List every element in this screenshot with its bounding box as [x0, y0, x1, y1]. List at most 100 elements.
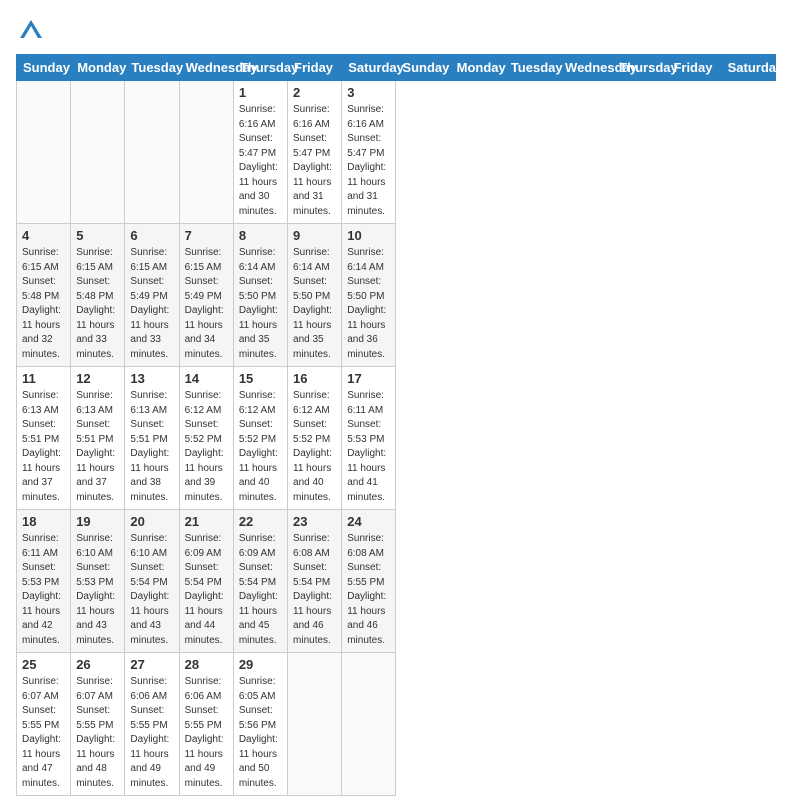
day-number: 14 — [185, 371, 228, 386]
day-info: Sunrise: 6:10 AM Sunset: 5:53 PM Dayligh… — [76, 532, 119, 648]
calendar-header-row: SundayMondayTuesdayWednesdayThursdayFrid… — [17, 55, 776, 81]
day-number: 17 — [347, 371, 390, 386]
col-header-friday: Friday — [288, 55, 342, 81]
day-number: 20 — [130, 514, 173, 529]
day-number: 22 — [239, 514, 282, 529]
day-info: Sunrise: 6:08 AM Sunset: 5:54 PM Dayligh… — [293, 532, 336, 648]
calendar-cell: 13 Sunrise: 6:13 AM Sunset: 5:51 PM Dayli… — [125, 367, 179, 510]
day-number: 1 — [239, 85, 282, 100]
day-info: Sunrise: 6:08 AM Sunset: 5:55 PM Dayligh… — [347, 532, 390, 648]
calendar-cell: 8 Sunrise: 6:14 AM Sunset: 5:50 PM Daylig… — [233, 224, 287, 367]
calendar-cell: 15 Sunrise: 6:12 AM Sunset: 5:52 PM Dayli… — [233, 367, 287, 510]
day-info: Sunrise: 6:16 AM Sunset: 5:47 PM Dayligh… — [239, 103, 282, 219]
calendar-cell: 14 Sunrise: 6:12 AM Sunset: 5:52 PM Dayli… — [179, 367, 233, 510]
col-header-wednesday: Wednesday — [179, 55, 233, 81]
day-info: Sunrise: 6:12 AM Sunset: 5:52 PM Dayligh… — [293, 389, 336, 505]
day-info: Sunrise: 6:15 AM Sunset: 5:48 PM Dayligh… — [76, 246, 119, 362]
day-info: Sunrise: 6:16 AM Sunset: 5:47 PM Dayligh… — [347, 103, 390, 219]
day-number: 29 — [239, 657, 282, 672]
day-number: 16 — [293, 371, 336, 386]
calendar-table: SundayMondayTuesdayWednesdayThursdayFrid… — [16, 54, 776, 796]
calendar-cell: 11 Sunrise: 6:13 AM Sunset: 5:51 PM Dayli… — [17, 367, 71, 510]
col-header-tuesday: Tuesday — [504, 55, 558, 81]
calendar-week-1: 1 Sunrise: 6:16 AM Sunset: 5:47 PM Daylig… — [17, 81, 776, 224]
calendar-cell: 24Sunrise: 6:08 AM Sunset: 5:55 PM Dayli… — [342, 510, 396, 653]
day-number: 28 — [185, 657, 228, 672]
calendar-cell — [71, 81, 125, 224]
calendar-cell: 7Sunrise: 6:15 AM Sunset: 5:49 PM Daylig… — [179, 224, 233, 367]
calendar-cell: 18Sunrise: 6:11 AM Sunset: 5:53 PM Dayli… — [17, 510, 71, 653]
calendar-week-2: 4 Sunrise: 6:15 AM Sunset: 5:48 PM Daylig… — [17, 224, 776, 367]
day-info: Sunrise: 6:15 AM Sunset: 5:48 PM Dayligh… — [22, 246, 65, 362]
day-info: Sunrise: 6:13 AM Sunset: 5:51 PM Dayligh… — [130, 389, 173, 505]
day-number: 15 — [239, 371, 282, 386]
day-info: Sunrise: 6:12 AM Sunset: 5:52 PM Dayligh… — [185, 389, 228, 505]
day-number: 9 — [293, 228, 336, 243]
day-info: Sunrise: 6:05 AM Sunset: 5:56 PM Dayligh… — [239, 675, 282, 791]
calendar-cell: 17 Sunrise: 6:11 AM Sunset: 5:53 PM Dayli… — [342, 367, 396, 510]
day-number: 21 — [185, 514, 228, 529]
calendar-cell — [342, 653, 396, 796]
calendar-cell: 21 Sunrise: 6:09 AM Sunset: 5:54 PM Dayli… — [179, 510, 233, 653]
day-info: Sunrise: 6:09 AM Sunset: 5:54 PM Dayligh… — [185, 532, 228, 648]
logo — [16, 16, 50, 46]
day-number: 11 — [22, 371, 65, 386]
day-info: Sunrise: 6:12 AM Sunset: 5:52 PM Dayligh… — [239, 389, 282, 505]
calendar-cell — [179, 81, 233, 224]
day-info: Sunrise: 6:14 AM Sunset: 5:50 PM Dayligh… — [293, 246, 336, 362]
calendar-cell: 26Sunrise: 6:07 AM Sunset: 5:55 PM Dayli… — [71, 653, 125, 796]
day-number: 5 — [76, 228, 119, 243]
day-info: Sunrise: 6:14 AM Sunset: 5:50 PM Dayligh… — [347, 246, 390, 362]
day-info: Sunrise: 6:15 AM Sunset: 5:49 PM Dayligh… — [185, 246, 228, 362]
col-header-friday: Friday — [667, 55, 721, 81]
day-number: 10 — [347, 228, 390, 243]
day-info: Sunrise: 6:11 AM Sunset: 5:53 PM Dayligh… — [22, 532, 65, 648]
day-info: Sunrise: 6:16 AM Sunset: 5:47 PM Dayligh… — [293, 103, 336, 219]
col-header-thursday: Thursday — [613, 55, 667, 81]
calendar-cell — [17, 81, 71, 224]
day-number: 27 — [130, 657, 173, 672]
calendar-cell: 2 Sunrise: 6:16 AM Sunset: 5:47 PM Daylig… — [288, 81, 342, 224]
day-info: Sunrise: 6:14 AM Sunset: 5:50 PM Dayligh… — [239, 246, 282, 362]
calendar-week-4: 18Sunrise: 6:11 AM Sunset: 5:53 PM Dayli… — [17, 510, 776, 653]
day-info: Sunrise: 6:07 AM Sunset: 5:55 PM Dayligh… — [22, 675, 65, 791]
day-number: 13 — [130, 371, 173, 386]
day-info: Sunrise: 6:13 AM Sunset: 5:51 PM Dayligh… — [76, 389, 119, 505]
day-number: 23 — [293, 514, 336, 529]
day-info: Sunrise: 6:06 AM Sunset: 5:55 PM Dayligh… — [185, 675, 228, 791]
calendar-cell: 25 Sunrise: 6:07 AM Sunset: 5:55 PM Dayli… — [17, 653, 71, 796]
day-number: 8 — [239, 228, 282, 243]
col-header-monday: Monday — [71, 55, 125, 81]
calendar-cell: 12 Sunrise: 6:13 AM Sunset: 5:51 PM Dayli… — [71, 367, 125, 510]
day-number: 4 — [22, 228, 65, 243]
day-number: 3 — [347, 85, 390, 100]
col-header-tuesday: Tuesday — [125, 55, 179, 81]
day-number: 19 — [76, 514, 119, 529]
col-header-saturday: Saturday — [342, 55, 396, 81]
calendar-week-3: 11 Sunrise: 6:13 AM Sunset: 5:51 PM Dayli… — [17, 367, 776, 510]
col-header-thursday: Thursday — [233, 55, 287, 81]
calendar-cell: 3 Sunrise: 6:16 AM Sunset: 5:47 PM Daylig… — [342, 81, 396, 224]
calendar-cell: 6Sunrise: 6:15 AM Sunset: 5:49 PM Daylig… — [125, 224, 179, 367]
day-number: 25 — [22, 657, 65, 672]
calendar-cell: 29 Sunrise: 6:05 AM Sunset: 5:56 PM Dayli… — [233, 653, 287, 796]
calendar-cell: 16 Sunrise: 6:12 AM Sunset: 5:52 PM Dayli… — [288, 367, 342, 510]
calendar-cell: 5 Sunrise: 6:15 AM Sunset: 5:48 PM Daylig… — [71, 224, 125, 367]
day-number: 2 — [293, 85, 336, 100]
calendar-cell: 4 Sunrise: 6:15 AM Sunset: 5:48 PM Daylig… — [17, 224, 71, 367]
day-info: Sunrise: 6:13 AM Sunset: 5:51 PM Dayligh… — [22, 389, 65, 505]
day-info: Sunrise: 6:15 AM Sunset: 5:49 PM Dayligh… — [130, 246, 173, 362]
calendar-cell: 23 Sunrise: 6:08 AM Sunset: 5:54 PM Dayli… — [288, 510, 342, 653]
calendar-cell — [125, 81, 179, 224]
calendar-week-5: 25 Sunrise: 6:07 AM Sunset: 5:55 PM Dayli… — [17, 653, 776, 796]
col-header-saturday: Saturday — [721, 55, 775, 81]
calendar-cell: 28 Sunrise: 6:06 AM Sunset: 5:55 PM Dayli… — [179, 653, 233, 796]
calendar-cell: 20Sunrise: 6:10 AM Sunset: 5:54 PM Dayli… — [125, 510, 179, 653]
day-number: 12 — [76, 371, 119, 386]
calendar-cell: 27Sunrise: 6:06 AM Sunset: 5:55 PM Dayli… — [125, 653, 179, 796]
calendar-cell: 9 Sunrise: 6:14 AM Sunset: 5:50 PM Daylig… — [288, 224, 342, 367]
day-info: Sunrise: 6:11 AM Sunset: 5:53 PM Dayligh… — [347, 389, 390, 505]
day-number: 26 — [76, 657, 119, 672]
col-header-wednesday: Wednesday — [559, 55, 613, 81]
col-header-sunday: Sunday — [17, 55, 71, 81]
